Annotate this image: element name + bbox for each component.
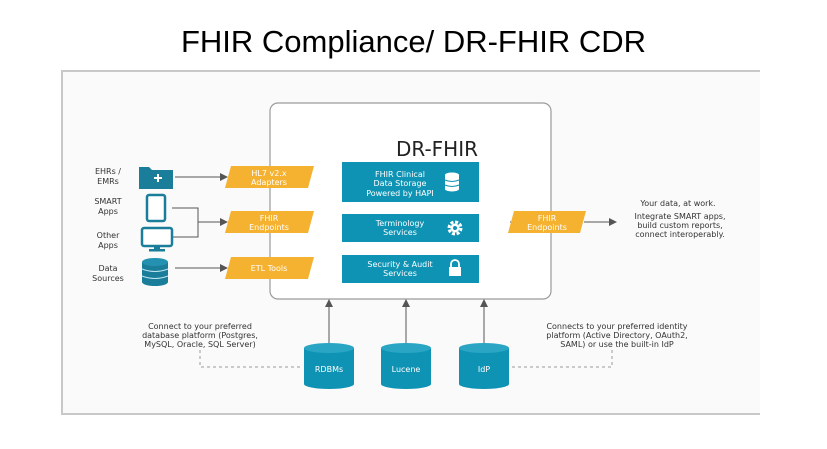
svg-text:Your data, at work.: Your data, at work.: [639, 199, 715, 208]
source-ehr: EHRs / EMRs: [95, 167, 121, 186]
clinical-data-storage-box: FHIR Clinical Data Storage Powered by HA…: [342, 162, 479, 202]
svg-text:Connects to your preferred ide: Connects to your preferred identity: [546, 322, 687, 331]
database-icon: [141, 258, 169, 286]
svg-text:FHIR: FHIR: [260, 214, 279, 223]
svg-text:SMART: SMART: [94, 197, 121, 206]
svg-text:HL7 v2.x: HL7 v2.x: [251, 169, 286, 178]
svg-text:Data: Data: [98, 264, 117, 273]
monitor-icon: [140, 226, 174, 252]
svg-text:FHIR Clinical: FHIR Clinical: [375, 170, 425, 179]
rdbms-cylinder: RDBMs: [304, 343, 354, 389]
svg-text:connect interoperably.: connect interoperably.: [635, 230, 724, 239]
fhir-endpoints-out-box: FHIR Endpoints: [508, 211, 586, 233]
terminology-services-box: Terminology Services: [342, 214, 479, 242]
svg-text:Security & Audit: Security & Audit: [367, 260, 432, 269]
svg-text:FHIR: FHIR: [538, 214, 557, 223]
svg-text:Integrate SMART apps,: Integrate SMART apps,: [635, 212, 726, 221]
svg-text:Adapters: Adapters: [251, 178, 287, 187]
folder-plus-icon: [139, 167, 173, 189]
source-data-sources: Data Sources: [92, 264, 124, 283]
svg-text:database platform (Postgres,: database platform (Postgres,: [142, 331, 258, 340]
output-description: Your data, at work. Integrate SMART apps…: [635, 199, 726, 239]
database-icon: [444, 172, 460, 192]
svg-text:RDBMs: RDBMs: [315, 365, 343, 374]
svg-text:Terminology: Terminology: [375, 219, 425, 228]
svg-text:IdP: IdP: [478, 365, 490, 374]
identity-platform-note: Connects to your preferred identity plat…: [546, 322, 688, 349]
svg-text:SAML) or use the built-in IdP: SAML) or use the built-in IdP: [560, 340, 674, 349]
lucene-cylinder: Lucene: [381, 343, 431, 389]
svg-text:Apps: Apps: [98, 241, 118, 250]
svg-text:Data Storage: Data Storage: [374, 179, 427, 188]
svg-text:Connect to your preferred: Connect to your preferred: [148, 322, 252, 331]
source-other-apps: Other Apps: [97, 231, 120, 250]
svg-text:Services: Services: [383, 269, 417, 278]
svg-text:Sources: Sources: [92, 274, 124, 283]
svg-text:MySQL, Oracle, SQL Server): MySQL, Oracle, SQL Server): [144, 340, 255, 349]
svg-text:Apps: Apps: [98, 207, 118, 216]
security-audit-box: Security & Audit Services: [342, 255, 479, 283]
svg-text:Other: Other: [97, 231, 120, 240]
idp-cylinder: IdP: [459, 343, 509, 389]
svg-text:platform (Active Directory, OA: platform (Active Directory, OAuth2,: [546, 331, 687, 340]
database-platform-note: Connect to your preferred database platf…: [142, 322, 258, 349]
svg-text:Powered by HAPI: Powered by HAPI: [366, 189, 434, 198]
svg-text:Endpoints: Endpoints: [249, 223, 289, 232]
svg-text:Endpoints: Endpoints: [527, 223, 567, 232]
svg-text:Lucene: Lucene: [392, 365, 421, 374]
svg-text:Services: Services: [383, 228, 417, 237]
etl-tools-box: ETL Tools: [225, 257, 314, 279]
tablet-icon: [145, 193, 167, 223]
brand-label: DR-FHIR: [396, 137, 478, 161]
source-smart-apps: SMART Apps: [94, 197, 121, 216]
svg-text:ETL Tools: ETL Tools: [251, 264, 288, 273]
fhir-endpoints-in-box: FHIR Endpoints: [225, 211, 314, 233]
svg-text:build custom reports,: build custom reports,: [637, 221, 722, 230]
hl7-adapters-box: HL7 v2.x Adapters: [225, 166, 314, 188]
svg-text:EMRs: EMRs: [97, 177, 119, 186]
svg-text:EHRs /: EHRs /: [95, 167, 121, 176]
architecture-diagram: DR-FHIR EHRs / EMRs SMART Apps Other App…: [92, 102, 726, 389]
